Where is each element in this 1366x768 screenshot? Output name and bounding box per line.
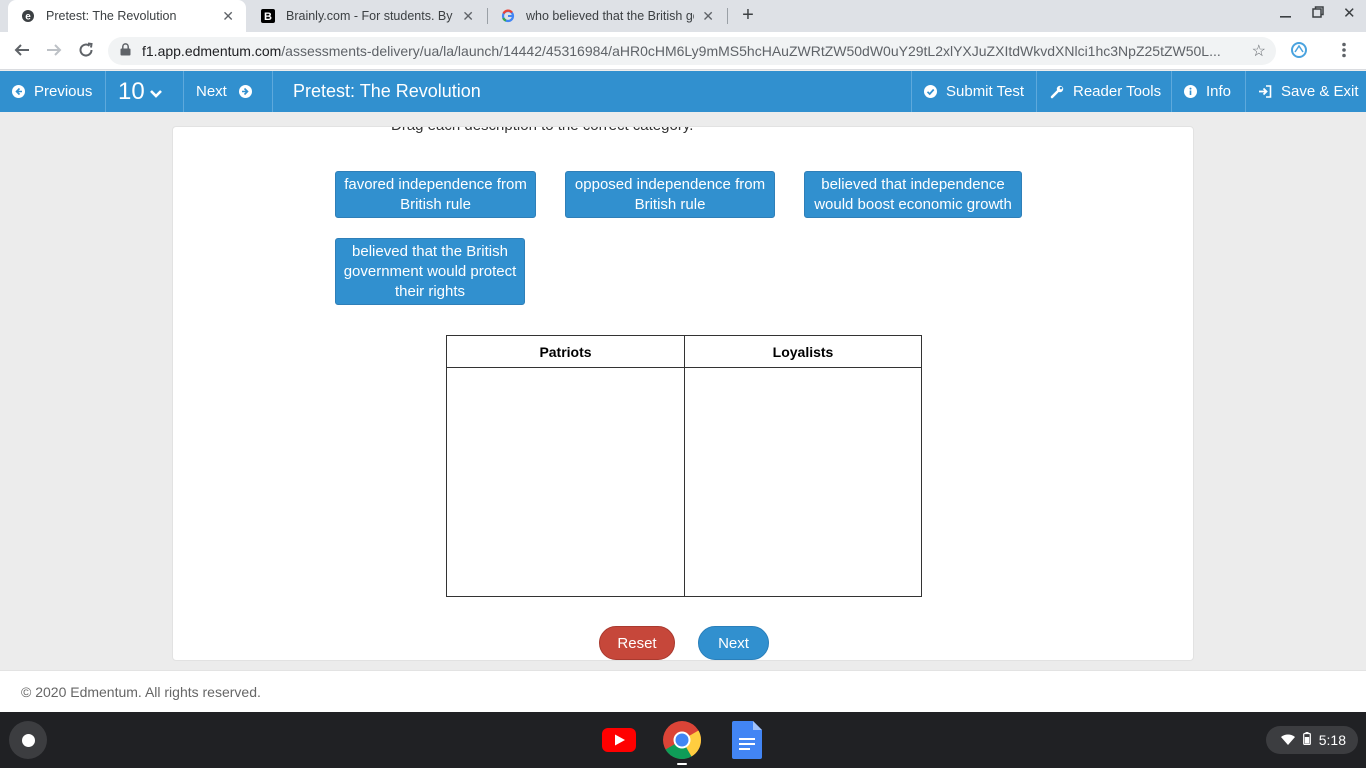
question-number: 10	[118, 77, 145, 105]
drop-zone-patriots[interactable]	[447, 368, 684, 596]
tab-title: Brainly.com - For students. By students	[286, 9, 454, 23]
svg-text:e: e	[25, 12, 31, 23]
tab-google-search[interactable]: who believed that the British gov ✕	[488, 0, 726, 32]
close-icon[interactable]: ✕	[222, 8, 234, 25]
previous-label: Previous	[34, 83, 93, 100]
tab-pretest[interactable]: e Pretest: The Revolution ✕	[8, 0, 246, 32]
drop-zone-loyalists[interactable]	[685, 368, 921, 596]
question-card: Drag each description to the correct cat…	[172, 126, 1194, 661]
divider	[911, 71, 912, 112]
youtube-icon[interactable]	[599, 721, 639, 759]
bookmark-star-icon[interactable]: ☆	[1251, 41, 1266, 61]
browser-toolbar: f1.app.edmentum.com/assessments-delivery…	[0, 32, 1366, 70]
drag-tile[interactable]: believed that the British government wou…	[335, 238, 525, 305]
launcher-circle-icon	[21, 733, 35, 747]
new-tab-plus-icon[interactable]: +	[737, 4, 759, 26]
forward-arrow-icon[interactable]	[44, 41, 64, 61]
divider	[105, 71, 106, 112]
check-circle-icon	[924, 85, 937, 98]
info-label: Info	[1206, 83, 1232, 100]
os-shelf: 5:18	[0, 712, 1366, 768]
column-header-loyalists: Loyalists	[685, 336, 921, 368]
category-table: Patriots Loyalists	[446, 335, 922, 597]
drag-tile[interactable]: favored independence from British rule	[335, 171, 536, 218]
browser-tab-strip: e Pretest: The Revolution ✕ B Brainly.co…	[0, 0, 1366, 32]
active-app-indicator	[677, 763, 687, 765]
question-prompt: Drag each description to the correct cat…	[391, 127, 693, 134]
edmentum-e-icon: e	[20, 8, 36, 24]
next-label: Next	[196, 83, 227, 100]
close-icon[interactable]: ✕	[462, 8, 474, 25]
column-header-patriots: Patriots	[447, 336, 684, 368]
battery-icon	[1302, 732, 1311, 748]
kebab-menu-icon[interactable]	[1334, 41, 1354, 61]
clock-time: 5:18	[1318, 732, 1346, 748]
brainly-b-icon: B	[260, 8, 276, 24]
sign-out-icon	[1258, 85, 1272, 98]
copyright-text: © 2020 Edmentum. All rights reserved.	[21, 683, 261, 700]
submit-label: Submit Test	[946, 83, 1025, 100]
tab-separator	[727, 8, 728, 24]
tab-title: who believed that the British gov	[526, 9, 695, 23]
divider	[1036, 71, 1037, 112]
divider	[183, 71, 184, 112]
svg-text:B: B	[264, 11, 272, 23]
page-title: Pretest: The Revolution	[293, 81, 481, 101]
url-path: /assessments-delivery/ua/la/launch/14442…	[281, 43, 1221, 59]
next-button[interactable]: Next	[698, 626, 769, 660]
arrow-left-circle-icon	[12, 85, 25, 98]
reader-tools-button[interactable]: Reader Tools	[1050, 71, 1161, 112]
previous-button[interactable]: Previous	[12, 71, 92, 112]
back-arrow-icon[interactable]	[12, 41, 32, 61]
drag-tile[interactable]: believed that independence would boost e…	[804, 171, 1022, 218]
chrome-icon[interactable]	[662, 721, 702, 765]
reader-tools-label: Reader Tools	[1073, 83, 1162, 100]
lock-icon	[120, 43, 134, 59]
divider	[272, 71, 273, 112]
info-button[interactable]: Info	[1184, 71, 1231, 112]
next-question-button[interactable]: Next	[196, 71, 252, 112]
submit-test-button[interactable]: Submit Test	[924, 71, 1024, 112]
launcher-button[interactable]	[9, 721, 47, 759]
tab-brainly[interactable]: B Brainly.com - For students. By student…	[248, 0, 486, 32]
minimize-icon[interactable]	[1279, 4, 1293, 23]
google-docs-icon[interactable]	[727, 721, 767, 759]
drag-tile[interactable]: opposed independence from British rule	[565, 171, 775, 218]
divider	[1171, 71, 1172, 112]
reset-button[interactable]: Reset	[599, 626, 675, 660]
save-exit-button[interactable]: Save & Exit	[1258, 71, 1359, 112]
assessment-nav-bar: Previous 10 Next Pretest: The Revolution…	[0, 71, 1366, 112]
wifi-icon	[1280, 732, 1295, 748]
question-number-dropdown[interactable]: 10	[118, 71, 163, 112]
wrench-icon	[1050, 85, 1064, 99]
info-circle-icon	[1184, 85, 1197, 98]
restore-icon[interactable]	[1311, 4, 1325, 23]
status-tray[interactable]: 5:18	[1266, 726, 1358, 754]
chevron-down-icon	[149, 86, 163, 103]
arrow-right-circle-icon	[238, 85, 252, 98]
close-window-icon[interactable]: ✕	[1343, 4, 1356, 22]
google-g-icon	[500, 8, 516, 24]
tab-title: Pretest: The Revolution	[46, 9, 177, 23]
url-host: f1.app.edmentum.com	[142, 43, 282, 59]
close-icon[interactable]: ✕	[702, 8, 714, 25]
address-bar[interactable]: f1.app.edmentum.com/assessments-delivery…	[108, 37, 1276, 65]
reload-icon[interactable]	[76, 41, 96, 61]
page-footer: © 2020 Edmentum. All rights reserved.	[0, 670, 1366, 712]
extension-icon[interactable]	[1289, 41, 1309, 61]
save-exit-label: Save & Exit	[1281, 83, 1359, 100]
divider	[1245, 71, 1246, 112]
